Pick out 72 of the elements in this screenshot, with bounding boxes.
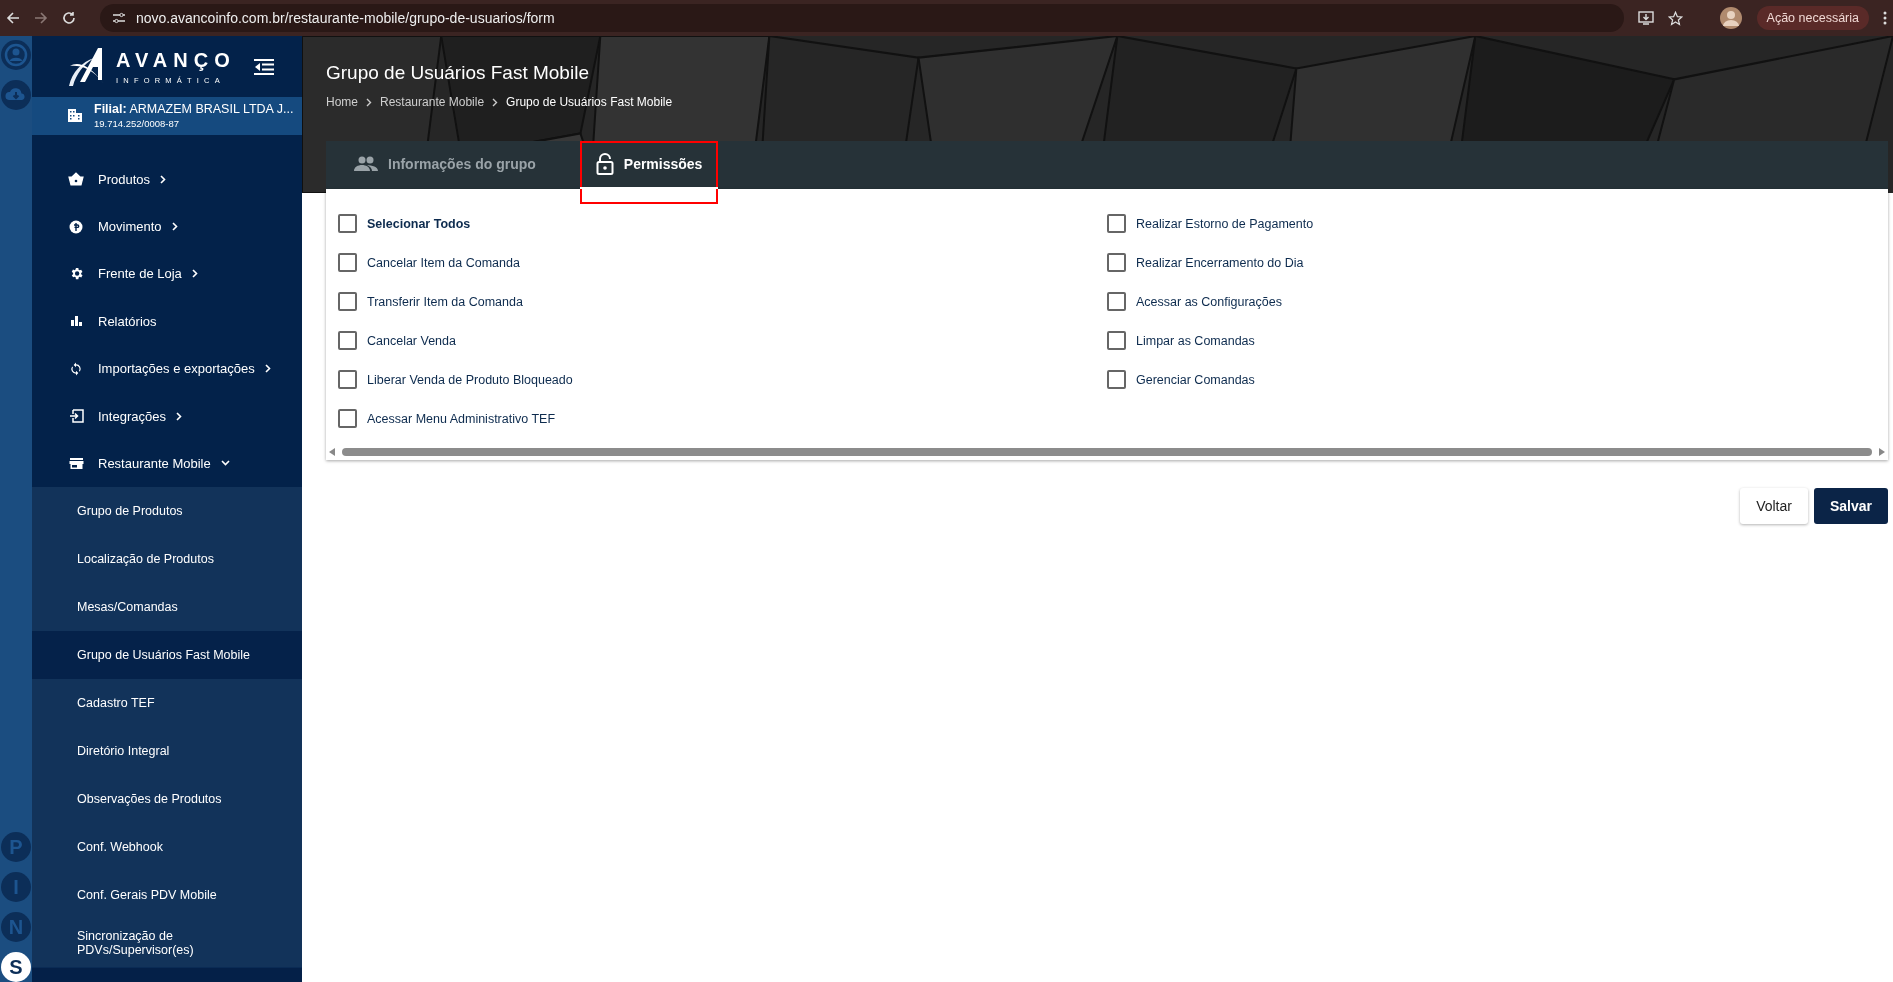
sidebar-subitem[interactable]: Grupo de Produtos bbox=[32, 487, 302, 536]
reload-icon[interactable] bbox=[62, 11, 76, 25]
checkbox-label: Cancelar Item da Comanda bbox=[367, 255, 520, 270]
chevron-right-icon bbox=[492, 97, 499, 107]
checkbox-label: Selecionar Todos bbox=[367, 216, 471, 231]
checkbox[interactable] bbox=[1107, 331, 1126, 350]
chevron-right-icon bbox=[366, 97, 372, 107]
sidebar-subitem[interactable]: Sincronização de PDVs/Supervisor(es) bbox=[32, 919, 302, 968]
checkbox-label: Gerenciar Comandas bbox=[1136, 372, 1255, 387]
login-icon bbox=[68, 409, 84, 424]
sidebar-subitem[interactable]: Mesas/Comandas bbox=[32, 583, 302, 632]
avatar-icon[interactable] bbox=[1718, 6, 1743, 30]
checkbox[interactable] bbox=[1107, 253, 1126, 272]
coin-icon bbox=[69, 219, 83, 234]
page-title: Grupo de Usuários Fast Mobile bbox=[326, 62, 589, 84]
checkbox[interactable] bbox=[338, 292, 357, 311]
checkbox-label: Acessar as Configurações bbox=[1136, 294, 1282, 309]
building-icon bbox=[68, 109, 82, 123]
sidebar-item[interactable]: Restaurante Mobile bbox=[32, 439, 302, 488]
sidebar-item[interactable]: Relatórios bbox=[32, 297, 302, 345]
checkbox-label: Liberar Venda de Produto Bloqueado bbox=[367, 372, 573, 387]
tab[interactable]: Permissões bbox=[579, 141, 719, 189]
save-button[interactable]: Salvar bbox=[1813, 488, 1888, 524]
address-bar[interactable]: novo.avancoinfo.com.br/restaurante-mobile/grupo-de-usuarios/form bbox=[100, 4, 1624, 32]
sidebar-subitem[interactable]: Cadastro TEF bbox=[32, 679, 302, 728]
horizontal-scrollbar[interactable] bbox=[328, 446, 1886, 458]
checkbox[interactable] bbox=[1107, 370, 1126, 389]
kebab-menu-icon[interactable] bbox=[1883, 11, 1887, 25]
checkbox[interactable] bbox=[1107, 292, 1126, 311]
back-button[interactable]: Voltar bbox=[1740, 488, 1808, 524]
star-icon[interactable] bbox=[1667, 10, 1683, 26]
checkbox-label: Acessar Menu Administrativo TEF bbox=[367, 411, 556, 426]
lock-icon bbox=[595, 153, 614, 175]
sidebar-subitem[interactable]: Conf. Webhook bbox=[32, 823, 302, 872]
menu-collapse-icon[interactable] bbox=[254, 58, 274, 75]
back-icon[interactable] bbox=[6, 11, 20, 25]
checkbox-label: Transferir Item da Comanda bbox=[367, 294, 523, 309]
checkbox-label: Cancelar Venda bbox=[367, 333, 456, 348]
checkbox[interactable] bbox=[338, 214, 357, 233]
tab[interactable]: Informações do grupo bbox=[338, 141, 552, 189]
quick-access-button[interactable]: S bbox=[1, 952, 31, 982]
checkbox[interactable] bbox=[338, 331, 357, 350]
checkbox-label: Realizar Encerramento do Dia bbox=[1136, 255, 1304, 270]
checkbox-label: Limpar as Comandas bbox=[1136, 333, 1255, 348]
checkbox[interactable] bbox=[1107, 214, 1126, 233]
sidebar-item[interactable]: Importações e exportações bbox=[32, 345, 302, 393]
store-icon bbox=[68, 457, 84, 470]
sidebar-subitem[interactable]: Observações de Produtos bbox=[32, 775, 302, 824]
action-required-button[interactable]: Ação necessária bbox=[1756, 6, 1869, 30]
sidebar-item[interactable]: Frente de Loja bbox=[32, 250, 302, 298]
breadcrumb-link[interactable]: Restaurante Mobile bbox=[380, 95, 485, 109]
checkbox[interactable] bbox=[338, 370, 357, 389]
people-icon bbox=[354, 156, 378, 172]
brand-name: AVANÇO bbox=[116, 48, 236, 72]
sidebar-subitem[interactable]: Grupo de Usuários Fast Mobile bbox=[32, 631, 302, 680]
branch-selector[interactable]: Filial: ARMAZEM BRASIL LTDA J... 19.714.252/0008-87 bbox=[32, 97, 302, 135]
breadcrumb-link[interactable]: Home bbox=[326, 95, 358, 109]
checkbox[interactable] bbox=[338, 409, 357, 428]
site-settings-icon[interactable] bbox=[112, 12, 126, 24]
checkbox-label: Realizar Estorno de Pagamento bbox=[1136, 216, 1314, 231]
sidebar-item[interactable]: Movimento bbox=[32, 202, 302, 251]
bar-chart-icon bbox=[69, 315, 83, 328]
sync-icon bbox=[69, 361, 83, 376]
sidebar-subitem[interactable]: Diretório Integral bbox=[32, 727, 302, 776]
sidebar-item[interactable]: Integrações bbox=[32, 392, 302, 440]
basket-icon bbox=[68, 172, 84, 187]
checkbox[interactable] bbox=[338, 253, 357, 272]
forward-icon[interactable] bbox=[34, 11, 48, 25]
install-icon[interactable] bbox=[1637, 11, 1654, 25]
sidebar-item[interactable]: Produtos bbox=[32, 155, 302, 203]
sidebar-subitem[interactable]: Conf. Gerais PDV Mobile bbox=[32, 871, 302, 920]
sidebar-subitem[interactable]: Localização de Produtos bbox=[32, 535, 302, 584]
